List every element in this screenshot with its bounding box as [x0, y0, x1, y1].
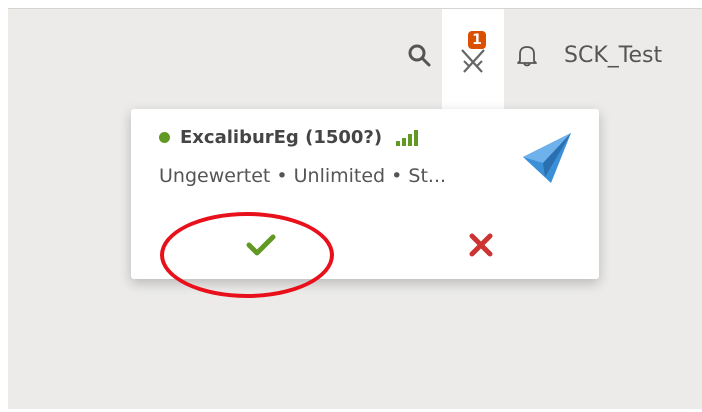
crossed-swords-icon: [461, 49, 485, 73]
search-icon: [408, 44, 431, 67]
check-icon: [246, 234, 276, 256]
decline-challenge-button[interactable]: [401, 221, 561, 269]
top-navigation: 1 SCK_Test: [242, 9, 702, 113]
opponent-name[interactable]: ExcaliburEg (1500?): [180, 127, 382, 148]
signal-strength-icon: [396, 129, 419, 146]
search-button[interactable]: [396, 9, 442, 101]
challenge-button[interactable]: 1: [442, 9, 504, 113]
challenge-popup: ExcaliburEg (1500?) Ungewertet • Unlimit…: [131, 109, 599, 279]
x-icon: [469, 233, 493, 257]
challenge-count-badge: 1: [468, 31, 486, 49]
user-menu[interactable]: SCK_Test: [564, 9, 662, 101]
challenge-details: Ungewertet • Unlimited • St...: [159, 165, 447, 187]
page-background: 1 SCK_Test ExcaliburEg (1500?) Ungewerte…: [8, 8, 702, 409]
accept-challenge-button[interactable]: [181, 221, 341, 269]
opponent-line: ExcaliburEg (1500?): [159, 127, 419, 148]
online-status-dot: [159, 132, 170, 143]
bell-icon: [517, 46, 537, 67]
paper-plane-icon: [521, 131, 573, 191]
notifications-button[interactable]: [504, 9, 550, 101]
